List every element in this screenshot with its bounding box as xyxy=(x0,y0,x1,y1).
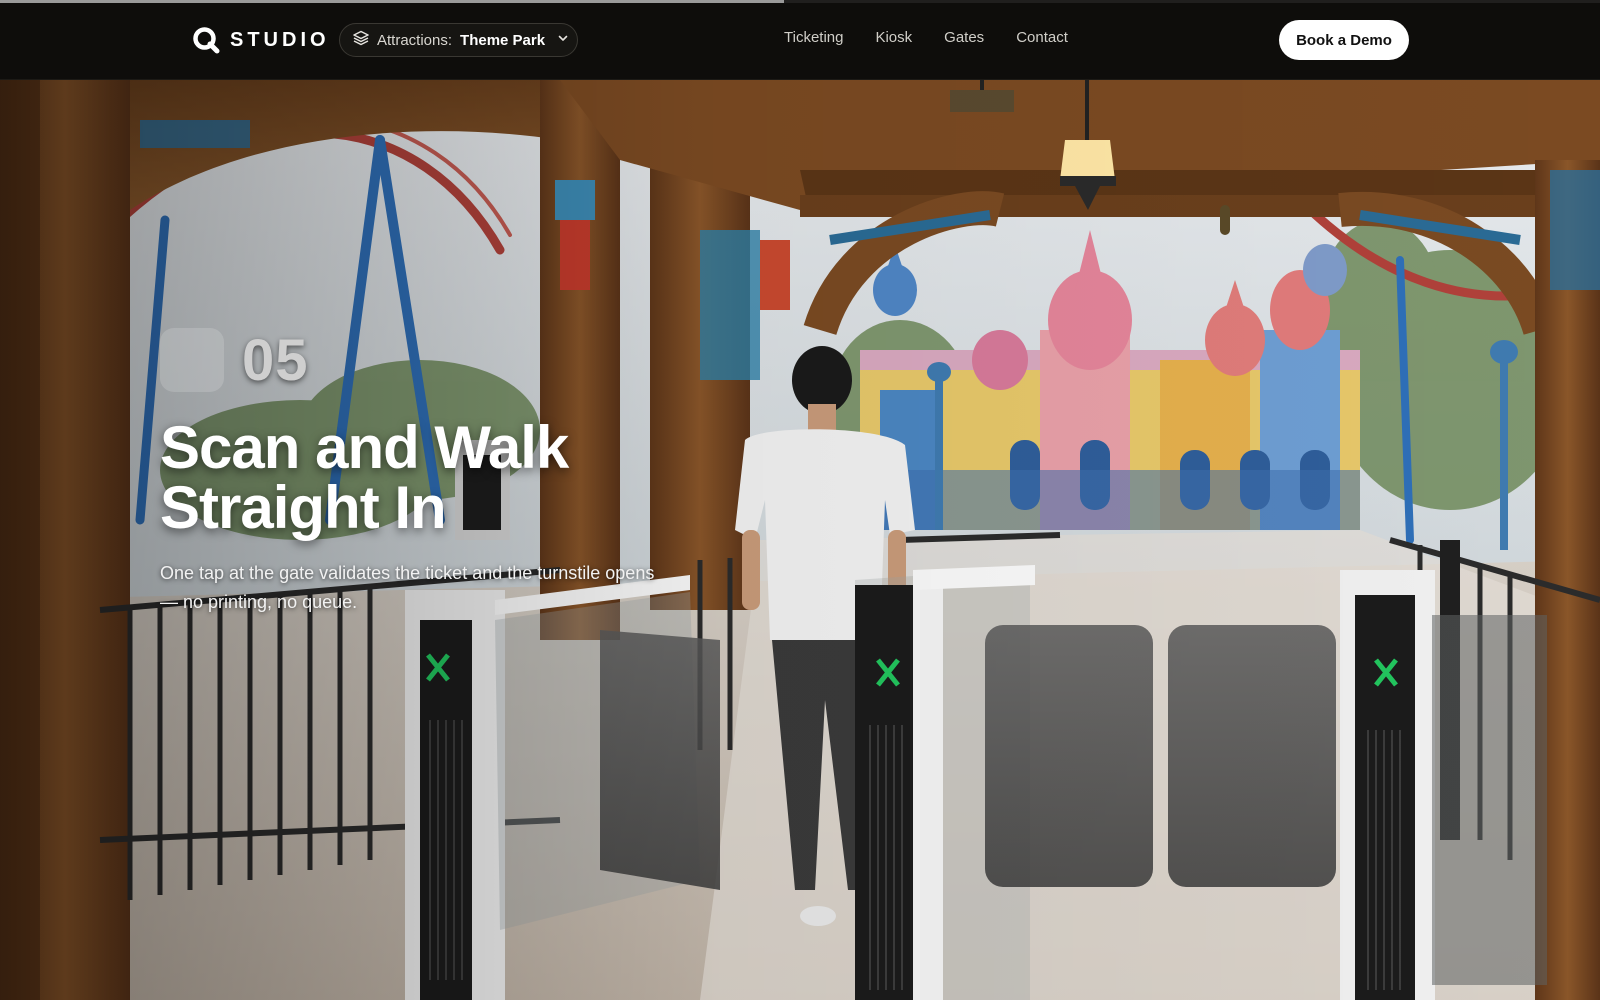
slide-index-chip xyxy=(160,328,224,392)
slide-progress-fill xyxy=(0,0,784,3)
hero-title: Scan and Walk Straight In xyxy=(160,418,720,538)
hero-title-line-2: Straight In xyxy=(160,474,447,541)
slide-number: 05 xyxy=(242,327,309,393)
book-demo-button[interactable]: Book a Demo xyxy=(1279,20,1409,60)
hero-subtitle: One tap at the gate validates the ticket… xyxy=(160,563,655,612)
attractions-selector[interactable]: Attractions: Theme Park xyxy=(339,23,578,57)
hero-title-line-1: Scan and Walk xyxy=(160,414,569,481)
nav-link-kiosk[interactable]: Kiosk xyxy=(875,29,912,46)
magnifier-q-icon xyxy=(192,26,220,54)
nav-link-ticketing[interactable]: Ticketing xyxy=(784,29,843,46)
nav-link-gates[interactable]: Gates xyxy=(944,29,984,46)
chevron-down-icon xyxy=(557,31,569,49)
nav-link-contact[interactable]: Contact xyxy=(1016,29,1068,46)
attractions-value: Theme Park xyxy=(460,31,546,49)
main-nav: Ticketing Kiosk Gates Contact xyxy=(784,29,1068,46)
layers-icon xyxy=(353,30,369,51)
slide-progress-bar xyxy=(0,0,1600,3)
brand-name: STUDIO xyxy=(230,28,330,51)
slide-index: 05 xyxy=(160,328,309,393)
top-navbar: STUDIO Attractions: Theme Park Ticketing… xyxy=(0,0,1600,80)
brand-logo[interactable]: STUDIO xyxy=(192,24,330,56)
attractions-label: Attractions: xyxy=(377,31,453,49)
